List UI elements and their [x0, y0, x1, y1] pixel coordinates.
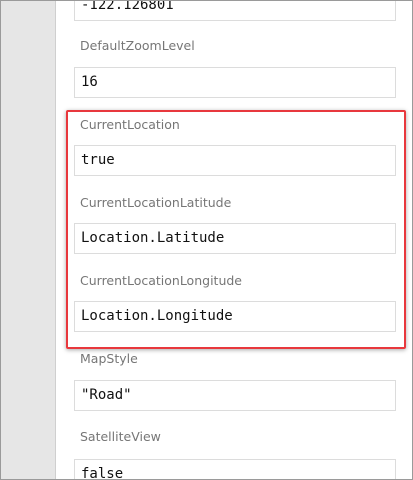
map-style-input[interactable]: "Road"	[74, 380, 396, 411]
map-style-label: MapStyle	[80, 351, 138, 366]
current-location-latitude-input[interactable]: Location.Latitude	[74, 223, 396, 254]
default-zoom-level-label: DefaultZoomLevel	[80, 38, 195, 53]
longitude-input[interactable]: -122.126801	[74, 1, 396, 21]
current-location-input[interactable]: true	[74, 145, 396, 176]
satellite-view-input[interactable]: false	[74, 459, 396, 479]
current-location-latitude-label: CurrentLocationLatitude	[80, 195, 232, 210]
current-location-longitude-label: CurrentLocationLongitude	[80, 273, 242, 288]
current-location-longitude-input[interactable]: Location.Longitude	[74, 301, 396, 332]
properties-panel: -122.126801 DefaultZoomLevel 16 CurrentL…	[0, 0, 413, 480]
default-zoom-level-input[interactable]: 16	[74, 67, 396, 98]
current-location-label: CurrentLocation	[80, 117, 180, 132]
left-gutter	[1, 1, 56, 479]
satellite-view-label: SatelliteView	[80, 429, 161, 444]
